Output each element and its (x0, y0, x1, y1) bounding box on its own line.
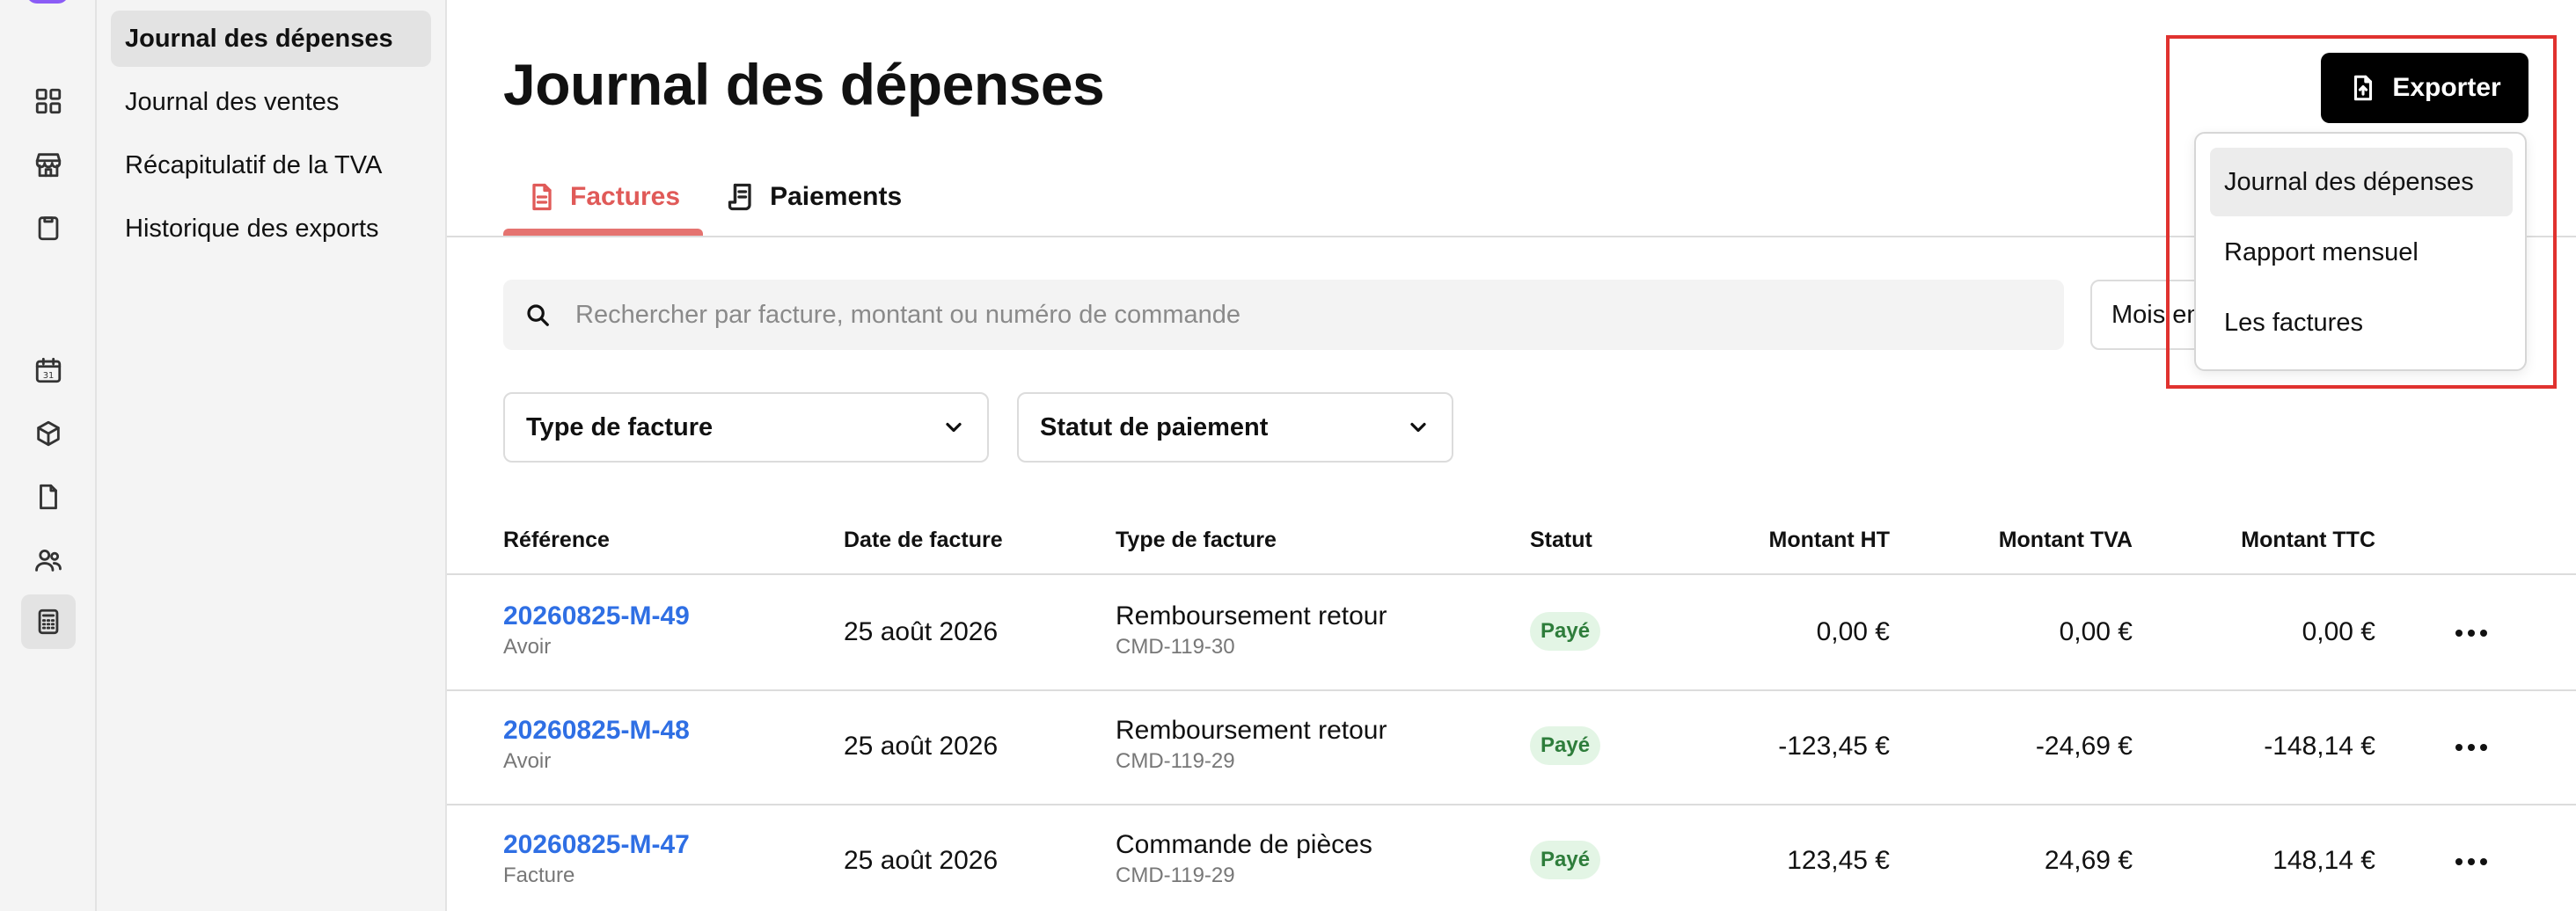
order-number: CMD-119-30 (1116, 635, 1235, 659)
invoice-kind: Avoir (503, 749, 552, 773)
more-actions-icon[interactable] (2449, 730, 2493, 765)
amount-ht: 123,45 € (1787, 846, 1890, 875)
dashboard-icon[interactable] (21, 74, 76, 128)
sidebar-item-label: Journal des ventes (125, 87, 340, 116)
chevron-down-icon (1410, 422, 1426, 433)
amount-tva: 0,00 € (2059, 617, 2133, 646)
column-header-date[interactable]: Date de facture (844, 528, 1003, 553)
amount-ttc: -148,14 € (2264, 732, 2375, 761)
invoice-kind: Avoir (503, 635, 552, 659)
invoice-reference-link[interactable]: 20260825-M-49 (503, 601, 690, 631)
table-header: Référence Date de facture Type de factur… (447, 519, 2576, 575)
invoice-type-label: Type de facture (526, 412, 714, 441)
invoice-type: Remboursement retour (1116, 716, 1387, 745)
page-title: Journal des dépenses (503, 52, 1105, 117)
status-badge: Payé (1530, 841, 1601, 879)
table-row[interactable]: 20260825-M-49 Avoir 25 août 2026 Rembour… (447, 577, 2576, 691)
more-actions-icon[interactable] (2449, 616, 2493, 651)
order-number: CMD-119-29 (1116, 864, 1235, 887)
highlight-outline (2166, 35, 2557, 389)
tab-bar: Factures Paiements (503, 158, 925, 236)
column-header-ht[interactable]: Montant HT (1769, 528, 1890, 553)
column-header-ttc[interactable]: Montant TTC (2241, 528, 2375, 553)
sidebar-item-historique-exports[interactable]: Historique des exports (111, 200, 431, 257)
invoice-type: Remboursement retour (1116, 601, 1387, 630)
app-logo[interactable] (26, 0, 69, 4)
search-bar[interactable] (503, 280, 2064, 350)
search-icon (527, 304, 549, 326)
sidebar-item-label: Récapitulatif de la TVA (125, 150, 383, 179)
more-actions-icon[interactable] (2449, 844, 2493, 879)
amount-tva: -24,69 € (2035, 732, 2133, 761)
store-icon[interactable] (21, 137, 76, 192)
invoice-type-select[interactable]: Type de facture (503, 392, 989, 463)
sidebar-item-label: Journal des dépenses (125, 24, 393, 53)
amount-tva: 24,69 € (2044, 846, 2133, 875)
receipt-icon (728, 183, 751, 211)
invoice-date: 25 août 2026 (844, 846, 999, 875)
tab-paiements[interactable]: Paiements (703, 158, 925, 236)
clipboard-icon[interactable] (21, 200, 76, 255)
sidebar-item-journal-depenses[interactable]: Journal des dépenses (111, 11, 431, 67)
invoice-date: 25 août 2026 (844, 732, 999, 761)
calendar-icon[interactable]: 31 (21, 343, 76, 397)
chevron-down-icon (946, 422, 962, 433)
column-header-type[interactable]: Type de facture (1116, 528, 1277, 553)
tab-factures[interactable]: Factures (503, 158, 704, 236)
amount-ht: 0,00 € (1816, 617, 1890, 646)
amount-ht: -123,45 € (1778, 732, 1890, 761)
search-input[interactable] (575, 300, 1983, 330)
box-icon[interactable] (21, 406, 76, 461)
sidebar-item-recapitulatif-tva[interactable]: Récapitulatif de la TVA (111, 137, 431, 193)
document-icon (532, 183, 552, 211)
sidebar-item-journal-ventes[interactable]: Journal des ventes (111, 74, 431, 130)
amount-ttc: 148,14 € (2272, 846, 2375, 875)
tab-label: Factures (570, 182, 681, 211)
status-badge: Payé (1530, 726, 1601, 765)
amount-ttc: 0,00 € (2302, 617, 2375, 646)
column-header-tva[interactable]: Montant TVA (1999, 528, 2133, 553)
invoice-reference-link[interactable]: 20260825-M-48 (503, 716, 690, 746)
invoice-type: Commande de pièces (1116, 830, 1372, 859)
secondary-sidebar: Journal des dépenses Journal des ventes … (97, 0, 447, 911)
payment-status-select[interactable]: Statut de paiement (1017, 392, 1453, 463)
table-row[interactable]: 20260825-M-48 Avoir 25 août 2026 Rembour… (447, 691, 2576, 805)
invoice-kind: Facture (503, 864, 575, 887)
column-header-status[interactable]: Statut (1530, 528, 1592, 553)
tab-label: Paiements (770, 182, 903, 211)
status-badge: Payé (1530, 612, 1601, 651)
invoice-date: 25 août 2026 (844, 617, 999, 646)
users-icon[interactable] (21, 533, 76, 587)
invoice-reference-link[interactable]: 20260825-M-47 (503, 830, 690, 860)
document-icon[interactable] (21, 470, 76, 524)
sidebar-item-label: Historique des exports (125, 214, 379, 243)
column-header-reference[interactable]: Référence (503, 528, 610, 553)
icon-rail: 31 (0, 0, 97, 911)
svg-text:31: 31 (43, 371, 55, 381)
payment-status-label: Statut de paiement (1040, 412, 1269, 441)
table-row[interactable]: 20260825-M-47 Facture 25 août 2026 Comma… (447, 805, 2576, 911)
calculator-icon[interactable] (21, 594, 76, 649)
order-number: CMD-119-29 (1116, 749, 1235, 773)
